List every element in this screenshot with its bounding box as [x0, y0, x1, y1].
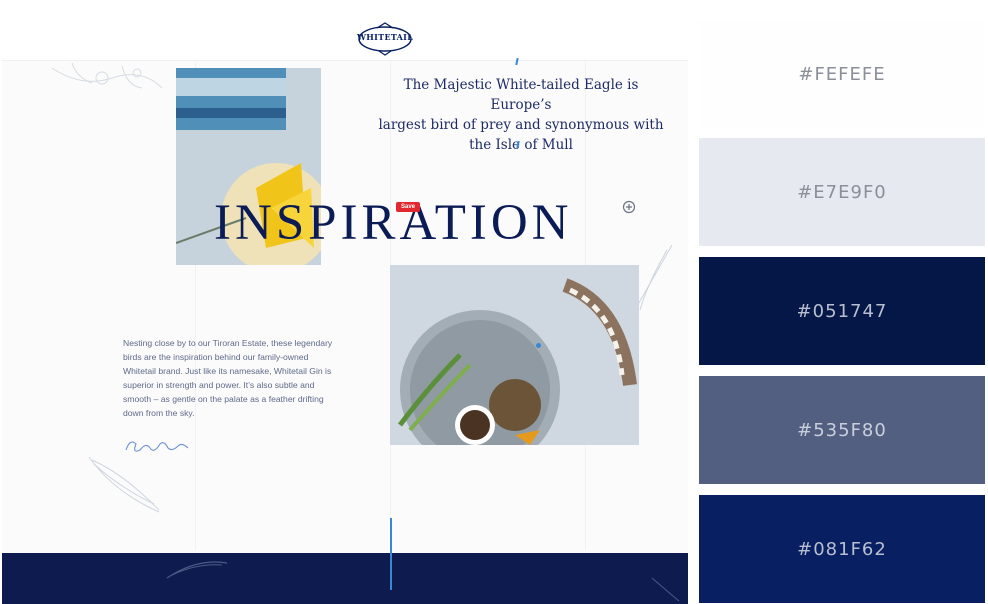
swatch-051747: #051747	[699, 257, 985, 365]
whitetail-logo[interactable]: WHITETAIL	[357, 22, 413, 56]
site-header: WHITETAIL	[2, 0, 688, 61]
swatch-label: #051747	[796, 300, 888, 322]
accent-dot	[536, 343, 541, 348]
feather-icon	[88, 456, 160, 513]
tagline-line: the Isle of Mull	[469, 137, 573, 153]
signature-icon	[125, 441, 189, 452]
botanicals-bowl-photo	[390, 265, 639, 445]
body-copy-line: Whitetail brand. Just like its namesake,…	[123, 366, 332, 376]
swatch-081f62: #081F62	[699, 495, 985, 603]
swatch-label: #FEFEFE	[798, 63, 886, 85]
botanical-sketch-icon	[51, 62, 163, 89]
zoom-plus-icon[interactable]	[622, 200, 636, 214]
botanicals-photo-illustration	[390, 265, 639, 445]
pinterest-save-button[interactable]: Save	[396, 202, 420, 212]
feather-icon	[651, 577, 680, 602]
swatch-label: #E7E9F0	[797, 181, 887, 203]
accent-tick	[515, 57, 519, 66]
footer-bar	[2, 553, 688, 604]
website-screenshot: WHITETAIL The Majestic White-tailed Eagl…	[2, 0, 688, 604]
color-palette: #FEFEFE #E7E9F0 #051747 #535F80 #081F62	[699, 0, 985, 604]
body-copy-line: down from the sky.	[123, 408, 195, 418]
body-copy-line: smooth – as gentle on the palate as a fe…	[123, 394, 324, 404]
body-copy-line: Nesting close by to our Tiroran Estate, …	[123, 338, 333, 348]
swatch-e7e9f0: #E7E9F0	[699, 138, 985, 246]
inspiration-headline: INSPIRATION	[214, 195, 573, 251]
swatch-535f80: #535F80	[699, 376, 985, 484]
tagline: The Majestic White-tailed Eagle is Europ…	[374, 75, 668, 155]
tagline-line: largest bird of prey and synonymous with	[378, 117, 664, 133]
swatch-fefefe: #FEFEFE	[699, 20, 985, 128]
logo-text: WHITETAIL	[357, 32, 414, 42]
feather-icon	[166, 561, 228, 579]
body-copy-line: birds are the inspiration behind our fam…	[123, 352, 309, 362]
body-copy-line: superior in strength and power. It’s als…	[123, 380, 315, 390]
swatch-label: #081F62	[797, 538, 887, 560]
body-copy: Nesting close by to our Tiroran Estate, …	[123, 336, 351, 420]
scroll-indicator-line	[390, 518, 392, 590]
tagline-line: The Majestic White-tailed Eagle is Europ…	[403, 77, 639, 113]
swatch-label: #535F80	[797, 419, 887, 441]
